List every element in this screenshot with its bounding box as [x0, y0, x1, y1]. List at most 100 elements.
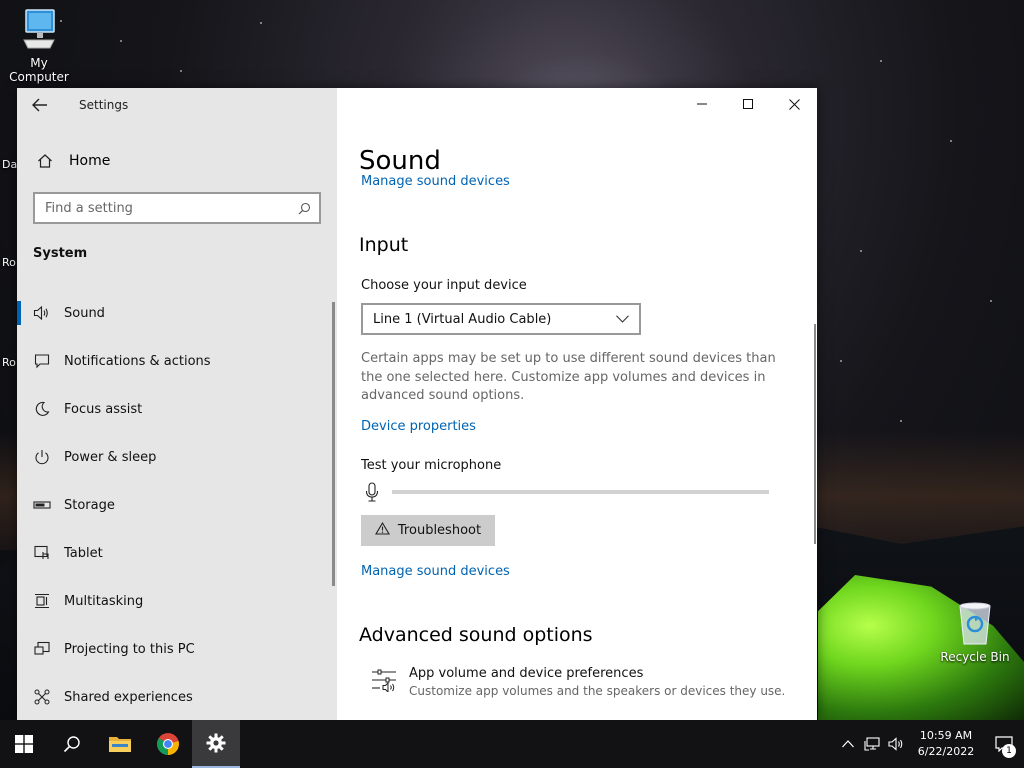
- section-label: System: [33, 246, 88, 261]
- back-arrow-icon: [32, 98, 47, 112]
- start-button[interactable]: [0, 720, 48, 768]
- search-input[interactable]: [35, 194, 289, 222]
- search-icon[interactable]: [289, 202, 319, 215]
- sidebar-item-label: Multitasking: [64, 593, 144, 609]
- sidebar-item-shared-experiences[interactable]: Shared experiences: [17, 673, 333, 720]
- maximize-icon: [743, 99, 753, 109]
- sidebar-item-label: Storage: [64, 497, 115, 513]
- sidebar-scrollbar[interactable]: [332, 302, 335, 586]
- multitasking-icon: [33, 592, 51, 610]
- minimize-icon: [697, 103, 707, 105]
- notification-icon: [33, 352, 51, 370]
- desktop-icon-my-computer[interactable]: My Computer: [0, 8, 78, 84]
- mic-level-meter: [365, 482, 769, 502]
- sidebar-item-tablet[interactable]: Tablet: [17, 529, 333, 577]
- sidebar-item-projecting[interactable]: Projecting to this PC: [17, 625, 333, 673]
- taskbar-settings[interactable]: [192, 720, 240, 768]
- main-content: Sound Manage sound devices Input Choose …: [337, 88, 817, 720]
- maximize-button[interactable]: [725, 88, 771, 120]
- settings-window: Settings Home System Sound: [17, 88, 817, 720]
- sidebar-item-storage[interactable]: Storage: [17, 481, 333, 529]
- clock-date: 6/22/2022: [917, 745, 975, 758]
- power-icon: [33, 448, 51, 466]
- sidebar: Settings Home System Sound: [17, 88, 337, 720]
- desktop-icon-label: My Computer: [9, 56, 69, 84]
- recycle-bin-icon: [959, 602, 991, 645]
- file-explorer-icon: [109, 737, 131, 752]
- sidebar-item-sound[interactable]: Sound: [17, 289, 333, 337]
- notification-badge: 1: [1002, 744, 1016, 758]
- chevron-down-icon: [616, 315, 629, 323]
- close-button[interactable]: [771, 88, 817, 120]
- title-bar: Settings: [17, 88, 337, 122]
- desktop-edge-label: Ro: [2, 356, 16, 369]
- window-controls: [679, 88, 817, 120]
- page-title: Sound: [359, 146, 441, 176]
- sidebar-nav: Sound Notifications & actions Focus assi…: [17, 289, 333, 720]
- clock-time: 10:59 AM: [919, 729, 973, 742]
- clock[interactable]: 10:59 AM 6/22/2022: [908, 728, 984, 760]
- search-box: [33, 192, 321, 224]
- network-icon[interactable]: [860, 737, 884, 751]
- sidebar-item-label: Projecting to this PC: [64, 641, 195, 657]
- start-icon: [15, 735, 33, 753]
- taskbar-file-explorer[interactable]: [96, 720, 144, 768]
- dropdown-value: Line 1 (Virtual Audio Cable): [373, 311, 552, 327]
- device-properties-link[interactable]: Device properties: [361, 419, 476, 434]
- desktop-icon-label: Recycle Bin: [940, 650, 1010, 664]
- projecting-icon: [33, 640, 51, 658]
- tablet-icon: [33, 544, 51, 562]
- sidebar-item-label: Home: [69, 153, 111, 169]
- sidebar-item-label: Shared experiences: [64, 689, 193, 705]
- manage-sound-devices-link-partial[interactable]: Manage sound devices: [361, 174, 510, 188]
- system-tray: 10:59 AM 6/22/2022 1: [836, 720, 1024, 768]
- app-title: Settings: [79, 98, 129, 112]
- volume-icon[interactable]: [884, 737, 908, 751]
- sidebar-item-notifications[interactable]: Notifications & actions: [17, 337, 333, 385]
- settings-icon: [206, 733, 226, 753]
- chevron-up-icon[interactable]: [836, 740, 860, 748]
- content-scrollbar[interactable]: [814, 324, 816, 544]
- desktop-edge-label: Ro: [2, 256, 16, 269]
- sidebar-item-focus-assist[interactable]: Focus assist: [17, 385, 333, 433]
- test-mic-label: Test your microphone: [361, 458, 502, 473]
- desktop-edge-label: Da: [2, 158, 18, 171]
- app-volume-preferences-item[interactable]: App volume and device preferences Custom…: [371, 666, 785, 698]
- sidebar-item-power-sleep[interactable]: Power & sleep: [17, 433, 333, 481]
- app-volume-title: App volume and device preferences: [409, 666, 644, 681]
- back-button[interactable]: [17, 88, 63, 122]
- choose-input-label: Choose your input device: [361, 278, 527, 293]
- home-icon: [33, 153, 57, 169]
- chrome-icon: [157, 733, 179, 755]
- taskbar-search-button[interactable]: [48, 720, 96, 768]
- shared-experiences-icon: [33, 688, 51, 706]
- taskbar: 10:59 AM 6/22/2022 1: [0, 720, 1024, 768]
- storage-icon: [33, 496, 51, 514]
- microphone-icon: [365, 482, 379, 502]
- speaker-icon: [33, 304, 51, 322]
- sidebar-item-label: Power & sleep: [64, 449, 157, 465]
- sidebar-item-label: Focus assist: [64, 401, 143, 417]
- desktop-icon-recycle-bin[interactable]: Recycle Bin: [940, 600, 1010, 664]
- mic-level-bar: [392, 490, 769, 494]
- input-heading: Input: [359, 234, 409, 256]
- sidebar-item-home[interactable]: Home: [17, 144, 337, 178]
- mixer-icon: [371, 668, 397, 696]
- app-volume-subtitle: Customize app volumes and the speakers o…: [409, 684, 786, 698]
- warning-icon: [374, 521, 390, 539]
- taskbar-chrome[interactable]: [144, 720, 192, 768]
- action-center-button[interactable]: 1: [984, 720, 1024, 768]
- sidebar-item-label: Notifications & actions: [64, 353, 211, 369]
- sidebar-item-multitasking[interactable]: Multitasking: [17, 577, 333, 625]
- minimize-button[interactable]: [679, 88, 725, 120]
- input-device-dropdown[interactable]: Line 1 (Virtual Audio Cable): [361, 303, 641, 335]
- input-description: Certain apps may be set up to use differ…: [361, 351, 776, 403]
- moon-icon: [33, 400, 51, 418]
- search-icon: [63, 736, 80, 753]
- button-label: Troubleshoot: [397, 523, 482, 538]
- manage-sound-devices-link[interactable]: Manage sound devices: [361, 564, 510, 579]
- close-icon: [788, 98, 800, 110]
- sidebar-item-label: Sound: [64, 305, 105, 321]
- troubleshoot-button[interactable]: Troubleshoot: [361, 515, 495, 546]
- link-text: Manage sound devices: [361, 174, 510, 188]
